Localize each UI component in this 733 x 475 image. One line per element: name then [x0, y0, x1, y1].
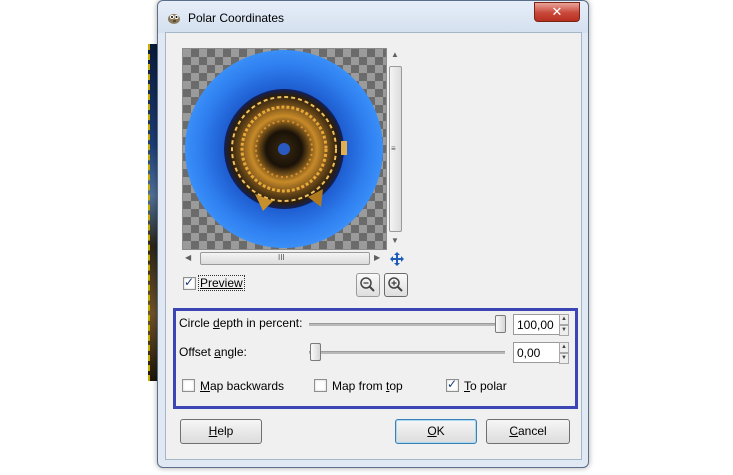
- close-icon: ✕: [551, 4, 563, 19]
- circle-depth-label: Circle depth in percent:: [179, 316, 303, 330]
- window-title: Polar Coordinates: [188, 11, 285, 25]
- offset-angle-value: 0,00: [517, 346, 541, 360]
- preview-label[interactable]: Preview: [198, 275, 245, 291]
- preview-area[interactable]: [182, 48, 387, 250]
- title-bar[interactable]: Polar Coordinates ✕: [158, 1, 588, 33]
- map-from-top-label[interactable]: Map from top: [332, 379, 403, 393]
- cancel-button[interactable]: Cancel: [486, 419, 570, 444]
- to-polar-label[interactable]: To polar: [464, 379, 507, 393]
- circle-depth-slider-handle[interactable]: [495, 315, 506, 333]
- offset-angle-spin-buttons[interactable]: ▲ ▼: [559, 342, 569, 364]
- preview-horizontal-scrollbar[interactable]: ◀ III ▶: [182, 251, 385, 265]
- dialog-content: ▲ ≡ ▼ ◀ III ▶ Preview: [165, 32, 582, 460]
- spin-up-icon[interactable]: ▲: [559, 342, 569, 353]
- scroll-left-icon[interactable]: ◀: [185, 253, 191, 262]
- vertical-grip-icon: ≡: [391, 144, 396, 153]
- scroll-right-icon[interactable]: ▶: [374, 253, 380, 262]
- zoom-in-button[interactable]: [384, 273, 408, 297]
- ok-button[interactable]: OK: [395, 419, 477, 444]
- offset-angle-slider-handle[interactable]: [310, 343, 321, 361]
- zoom-in-icon: [388, 277, 403, 292]
- scroll-up-icon[interactable]: ▲: [391, 50, 399, 59]
- spin-up-icon[interactable]: ▲: [559, 314, 569, 325]
- polar-coordinates-dialog: Polar Coordinates ✕ ▲ ≡ ▼ ◀ III ▶ ✓ Prev…: [157, 0, 589, 468]
- navigate-move-icon[interactable]: [390, 252, 404, 266]
- offset-angle-label: Offset angle:: [179, 345, 247, 359]
- offset-angle-slider-track[interactable]: [309, 351, 505, 354]
- spin-down-icon[interactable]: ▼: [559, 353, 569, 364]
- close-button[interactable]: ✕: [534, 2, 580, 22]
- map-backwards-checkbox[interactable]: [182, 379, 195, 392]
- help-button[interactable]: Help: [180, 419, 262, 444]
- circle-depth-slider-track[interactable]: [309, 323, 505, 326]
- horizontal-scroll-thumb[interactable]: [200, 252, 370, 265]
- zoom-out-button[interactable]: [356, 273, 380, 297]
- zoom-out-icon: [360, 277, 375, 292]
- preview-checkbox[interactable]: [183, 275, 196, 290]
- circle-depth-value: 100,00: [517, 318, 554, 332]
- gimp-app-icon: [168, 14, 180, 24]
- spin-down-icon[interactable]: ▼: [559, 325, 569, 336]
- to-polar-checkbox[interactable]: [446, 377, 459, 392]
- map-backwards-label[interactable]: Map backwards: [200, 379, 284, 393]
- map-from-top-checkbox[interactable]: [314, 379, 327, 392]
- polar-preview-image: [185, 50, 383, 248]
- horizontal-grip-icon: III: [278, 253, 285, 262]
- preview-vertical-scrollbar[interactable]: ▲ ≡ ▼: [388, 48, 402, 248]
- circle-depth-spin-buttons[interactable]: ▲ ▼: [559, 314, 569, 336]
- scroll-down-icon[interactable]: ▼: [391, 236, 399, 245]
